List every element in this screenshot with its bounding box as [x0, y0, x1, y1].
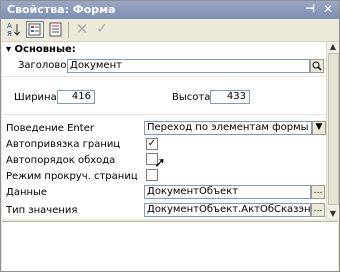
- scroll-up-icon[interactable]: ▲: [328, 42, 338, 52]
- property-grid: ▾ Основные: Заголовок Документ Ширина 41…: [2, 42, 326, 219]
- scroll-down-icon[interactable]: ▼: [328, 209, 338, 219]
- title-label: Заголовок: [18, 60, 73, 71]
- scroll-mode-label: Режим прокруч. страниц: [6, 171, 138, 182]
- enter-behavior-label: Поведение Enter: [6, 123, 94, 134]
- anchor-label: Автопривязка границ: [6, 139, 121, 150]
- pin-icon[interactable]: ⊣: [305, 2, 315, 15]
- properties-window: Свойства: Форма ⊣ ✕ A Я ✕ ✓ ▾ Основные: …: [0, 0, 340, 272]
- value-type-input[interactable]: ДокументОбъект.АктОбСказэнн: [144, 203, 311, 217]
- search-icon: [312, 61, 322, 71]
- check-icon: ✓: [147, 138, 157, 149]
- width-label: Ширина: [14, 92, 57, 103]
- group-title: Основные:: [14, 44, 76, 55]
- enter-behavior-dropdown[interactable]: ▼: [312, 121, 326, 135]
- toolbar-separator: [68, 22, 69, 38]
- height-label: Высота: [172, 92, 211, 103]
- value-type-label: Тип значения: [6, 205, 78, 216]
- window-title: Свойства: Форма: [7, 3, 116, 16]
- title-input[interactable]: Документ: [67, 59, 310, 73]
- group-header-main[interactable]: ▾ Основные:: [6, 44, 76, 55]
- data-input[interactable]: ДокументОбъект: [144, 185, 311, 199]
- sort-alphabetical-icon: A Я: [7, 22, 20, 38]
- height-input[interactable]: 433: [210, 90, 250, 104]
- width-input[interactable]: 416: [57, 90, 95, 104]
- data-ellipsis-button[interactable]: …: [311, 185, 325, 199]
- search-button[interactable]: [310, 59, 324, 73]
- property-pages-button[interactable]: [47, 21, 65, 38]
- mouse-cursor-icon: ➚: [154, 155, 166, 171]
- row-divider: [2, 114, 326, 115]
- delete-button[interactable]: ✕: [73, 21, 91, 38]
- scroll-thumb[interactable]: [328, 53, 339, 205]
- anchor-checkbox[interactable]: ✓: [146, 138, 158, 150]
- categorized-view-button[interactable]: [26, 21, 44, 38]
- chevron-down-icon: ▼: [315, 122, 323, 132]
- description-panel: [2, 221, 338, 271]
- svg-text:Я: Я: [7, 30, 12, 38]
- sort-alphabetical-button[interactable]: A Я: [5, 21, 23, 38]
- enter-behavior-select[interactable]: Переход по элементам формы: [144, 121, 312, 135]
- apply-button[interactable]: ✓: [93, 21, 111, 38]
- close-icon[interactable]: ✕: [323, 2, 333, 16]
- categories-icon: [28, 23, 41, 36]
- row-divider: [2, 76, 326, 77]
- data-label: Данные: [6, 187, 48, 198]
- title-bar[interactable]: Свойства: Форма ⊣ ✕: [1, 1, 339, 19]
- collapse-icon[interactable]: ▾: [6, 44, 11, 55]
- toolbar: A Я ✕ ✓: [1, 19, 339, 42]
- svg-text:A: A: [7, 22, 12, 30]
- property-pages-icon: [49, 22, 62, 37]
- value-type-ellipsis-button[interactable]: …: [311, 203, 325, 217]
- vertical-scrollbar[interactable]: ▲ ▼: [326, 42, 339, 219]
- tab-order-label: Автопорядок обхода: [6, 155, 116, 166]
